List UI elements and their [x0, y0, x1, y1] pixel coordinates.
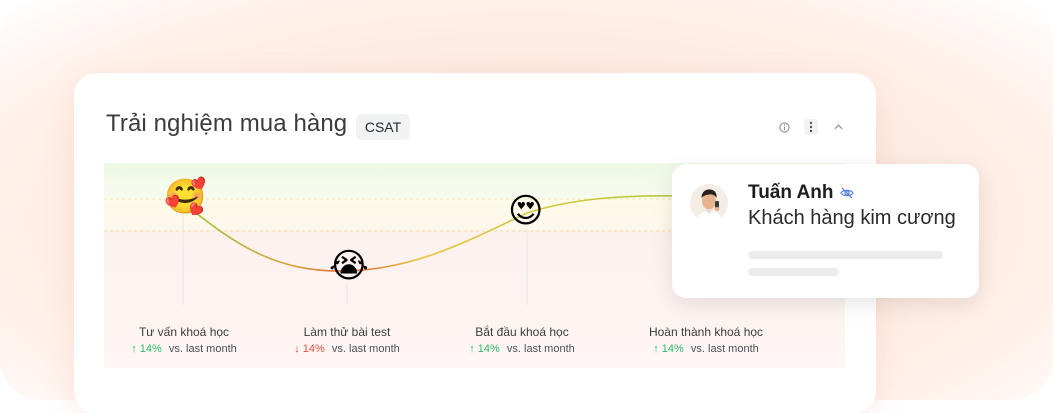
stage-name: Làm thử bài test — [303, 325, 391, 339]
stage-compare: vs. last month — [331, 343, 400, 355]
stage-metric: ↑ 14% vs. last month — [104, 343, 264, 355]
stage-emoji: 😍 — [508, 192, 544, 230]
more-vertical-icon[interactable] — [804, 119, 818, 135]
stage-metric: ↑ 14% vs. last month — [442, 343, 602, 355]
trend-up-icon: ↑ — [469, 343, 475, 355]
info-icon[interactable] — [778, 120, 790, 134]
placeholder-line — [748, 268, 839, 276]
stage-change: 14% — [661, 343, 684, 355]
stage-metric: ↓ 14% vs. last month — [267, 343, 427, 355]
customer-tier: Khách hàng kim cương — [748, 207, 956, 229]
avatar — [690, 184, 728, 222]
stage-label: Làm thử bài test ↓ 14% vs. last month — [267, 325, 427, 355]
stage-name: Bắt đầu khoá học — [475, 325, 569, 339]
trend-up-icon: ↑ — [131, 343, 137, 355]
placeholder-line — [748, 251, 943, 259]
card-actions — [778, 119, 844, 135]
stage-change: 14% — [477, 343, 500, 355]
stage-emoji: 😭 — [329, 247, 369, 285]
csat-badge[interactable]: CSAT — [356, 114, 410, 140]
trend-down-icon: ↓ — [294, 343, 300, 355]
stage-metric: ↑ 14% vs. last month — [626, 343, 786, 355]
profile-name-row: Tuấn Anh — [748, 182, 855, 204]
chevron-up-icon[interactable] — [832, 120, 844, 134]
stage-name: Tư vấn khoá học — [138, 325, 230, 339]
stage-name: Hoàn thành khoá học — [648, 325, 764, 339]
stage-emoji: 🥰 — [164, 178, 207, 216]
stage-label: Tư vấn khoá học ↑ 14% vs. last month — [104, 325, 264, 355]
stage-change: 14% — [139, 343, 162, 355]
stage-change: 14% — [302, 343, 325, 355]
stage-label: Bắt đầu khoá học ↑ 14% vs. last month — [442, 325, 602, 355]
trend-up-icon: ↑ — [653, 343, 659, 355]
stage-compare: vs. last month — [168, 343, 237, 355]
stage-compare: vs. last month — [690, 343, 759, 355]
customer-name: Tuấn Anh — [748, 182, 834, 203]
stage-compare: vs. last month — [506, 343, 575, 355]
customer-profile-card[interactable]: Tuấn Anh Khách hàng kim cương — [672, 164, 979, 298]
card-title: Trải nghiệm mua hàng — [106, 110, 348, 137]
stage-label: Hoàn thành khoá học ↑ 14% vs. last month — [626, 325, 786, 355]
eye-off-icon[interactable] — [839, 185, 855, 201]
